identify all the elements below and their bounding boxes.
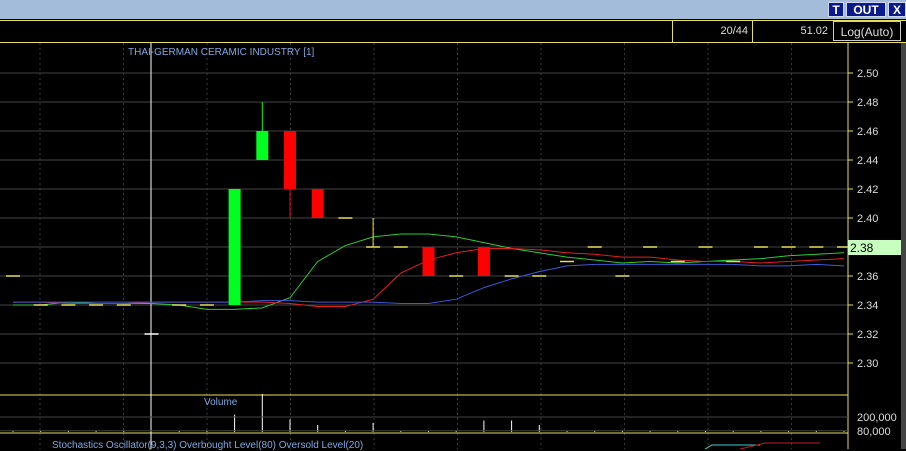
candle-down (422, 247, 435, 276)
y-tick-label: 2.44 (857, 155, 878, 167)
y-tick-label: 2.30 (857, 358, 878, 370)
candle-up (256, 131, 269, 160)
candle-down (284, 131, 296, 189)
info-bar: 20/44 51.02 (0, 20, 906, 43)
last-price-label: 2.38 (850, 241, 874, 255)
y-tick-label: 2.40 (857, 213, 878, 225)
stochastic-label: Stochastics Oscillator(9,3,3) Overbought… (52, 440, 364, 451)
price-chart[interactable]: 2.50 2.48 2.46 2.44 2.42 2.40 2.38 2.36 2.34 2.32… (0, 43, 901, 449)
value-readout: 51.02 (752, 21, 832, 42)
y-tick-label: 2.50 (857, 68, 878, 80)
y-tick-label: 2.46 (857, 126, 878, 138)
y-tick-label: 2.42 (857, 184, 878, 196)
candle-down (477, 247, 490, 276)
title-bar: T OUT X (0, 0, 906, 19)
position-readout: 20/44 (672, 21, 752, 42)
close-button[interactable]: X (888, 2, 906, 17)
scrollbar[interactable] (901, 43, 906, 449)
stochastic-k-line (704, 444, 760, 449)
t-button[interactable]: T (828, 2, 844, 17)
chart-title: THAI-GERMAN CERAMIC INDUSTRY [1] (128, 47, 315, 58)
candle-up (228, 189, 241, 305)
y-tick-label: 2.34 (857, 300, 878, 312)
y-tick-label: 2.48 (857, 97, 878, 109)
y-tick-label: 2.32 (857, 329, 878, 341)
stochastic-d-line (739, 442, 820, 449)
y-tick-label: 2.36 (857, 271, 878, 283)
out-button[interactable]: OUT (846, 2, 886, 17)
candle-down (311, 189, 324, 218)
scale-mode-button[interactable]: Log(Auto) (833, 21, 901, 41)
volume-tick-label: 200,000 (857, 412, 897, 424)
volume-label: Volume (204, 397, 238, 408)
volume-tick-label: 80,000 (857, 426, 891, 438)
